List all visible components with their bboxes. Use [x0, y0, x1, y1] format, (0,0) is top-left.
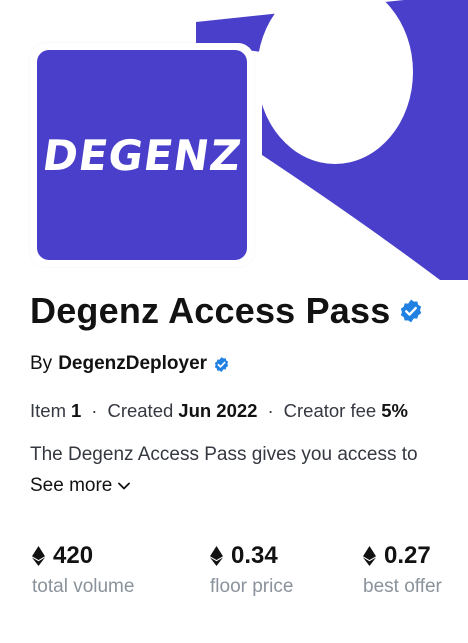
creator-fee-value: 5% [381, 400, 408, 421]
chevron-down-icon [118, 482, 131, 490]
item-label: Item [30, 400, 66, 421]
title-row: Degenz Access Pass [30, 290, 424, 332]
eth-icon [32, 546, 45, 566]
stat-value: 0.27 [384, 542, 431, 569]
stat-floor-price[interactable]: 0.34 floor price [210, 542, 293, 598]
creator-row: By DegenzDeployer [30, 353, 230, 375]
see-more-label: See more [30, 475, 113, 496]
stat-value: 0.34 [231, 542, 278, 569]
creator-fee-label: Creator fee [283, 400, 377, 421]
logo-text: DEGENZ [39, 130, 245, 180]
created-label: Created [107, 400, 174, 421]
created-date: Jun 2022 [178, 400, 258, 421]
separator-dot: · [267, 400, 274, 421]
creator-verified-icon [214, 356, 229, 372]
stat-label: total volume [32, 576, 135, 597]
collection-description: The Degenz Access Pass gives you access … [30, 444, 418, 465]
eth-icon [210, 546, 223, 566]
eth-icon [363, 546, 376, 566]
stat-label: floor price [210, 576, 294, 597]
collection-title: Degenz Access Pass [30, 290, 391, 331]
collection-meta: Item 1 · Created Jun 2022 · Creator fee … [30, 400, 408, 422]
separator-dot: · [91, 400, 98, 421]
collection-logo: DEGENZ [30, 43, 254, 267]
see-more-button[interactable]: See more [30, 475, 131, 497]
stat-label: best offer [363, 576, 442, 597]
verified-badge-icon [401, 299, 422, 323]
stat-best-offer[interactable]: 0.27 best offer [363, 542, 442, 598]
creator-link[interactable]: DegenzDeployer [58, 353, 207, 375]
stat-value: 420 [53, 542, 94, 569]
stat-total-volume[interactable]: 420 total volume [32, 542, 134, 598]
by-label: By [30, 353, 53, 374]
logo-background: DEGENZ [37, 50, 247, 260]
item-count: 1 [70, 400, 82, 421]
